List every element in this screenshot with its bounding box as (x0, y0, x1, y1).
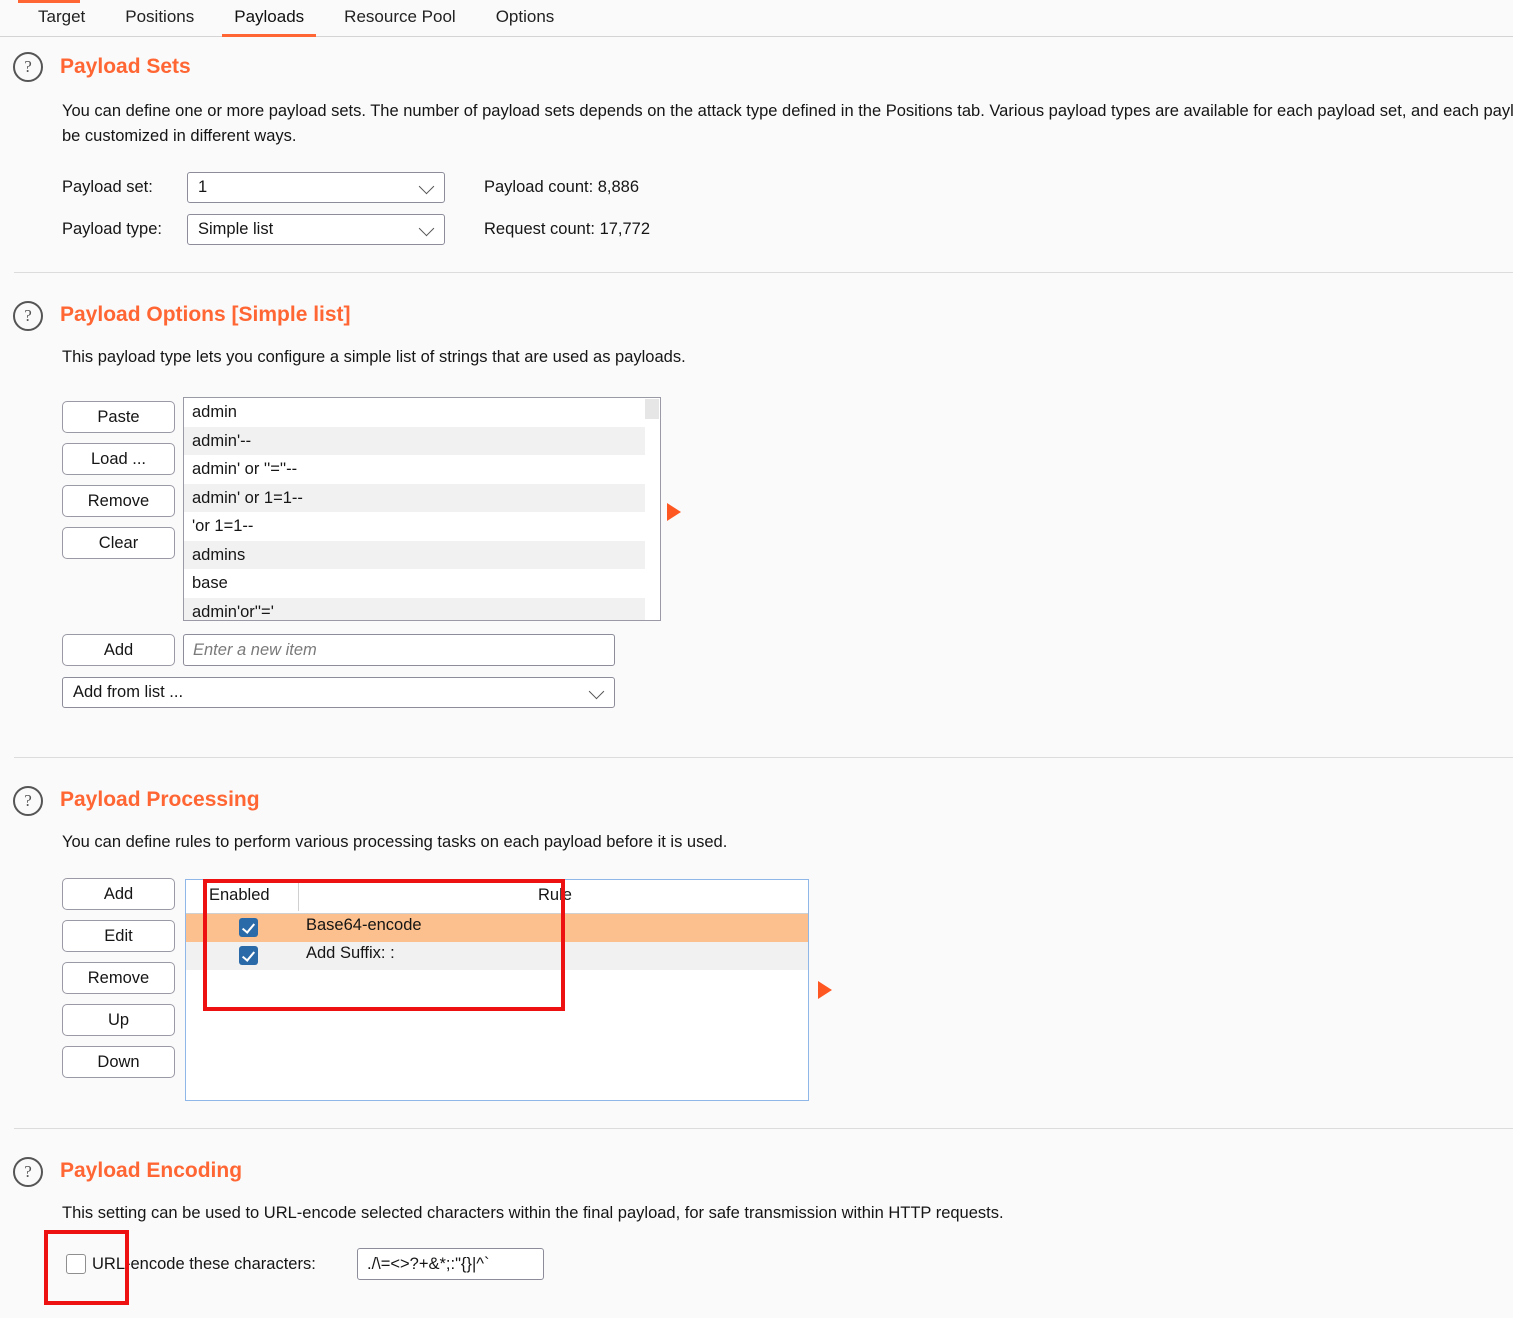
rule-enabled-checkbox[interactable] (239, 946, 258, 965)
payload-list-arrow-marker-icon (667, 503, 681, 521)
divider-2 (14, 757, 1513, 758)
edit-rule-button[interactable]: Edit (62, 920, 175, 952)
move-rule-down-button[interactable]: Down (62, 1046, 175, 1078)
tab-positions[interactable]: Positions (105, 7, 214, 36)
rules-table-header: Enabled Rule (186, 880, 808, 914)
add-from-list-select[interactable]: Add from list ... (62, 677, 615, 708)
load-button[interactable]: Load ... (62, 443, 175, 475)
payload-processing-rules-table[interactable]: Enabled Rule Base64-encode Add Suffix: : (185, 879, 809, 1101)
column-separator (298, 883, 299, 911)
list-item[interactable]: admins (184, 540, 660, 569)
tab-bar: Target Positions Payloads Resource Pool … (0, 0, 1513, 37)
tab-options[interactable]: Options (476, 7, 575, 36)
tab-resource-pool[interactable]: Resource Pool (324, 7, 476, 36)
move-rule-up-button[interactable]: Up (62, 1004, 175, 1036)
divider-1 (14, 272, 1513, 273)
rule-name: Add Suffix: : (306, 944, 395, 962)
payload-options-title: Payload Options [Simple list] (60, 303, 351, 326)
url-encode-label: URL-encode these characters: (92, 1255, 316, 1273)
new-item-input[interactable]: Enter a new item (183, 634, 615, 666)
payload-sets-title: Payload Sets (60, 55, 191, 78)
list-item[interactable]: admin' or ''=''-- (184, 455, 660, 484)
payload-count: Payload count: 8,886 (484, 178, 640, 196)
payload-encoding-title: Payload Encoding (60, 1159, 243, 1182)
url-encode-checkbox[interactable] (66, 1254, 86, 1274)
payload-options-description: This payload type lets you configure a s… (62, 348, 686, 366)
add-from-list-value: Add from list ... (73, 683, 184, 701)
list-item[interactable]: 'or 1=1-- (184, 512, 660, 541)
rule-name: Base64-encode (306, 916, 422, 934)
request-count: Request count: 17,772 (484, 220, 651, 238)
list-item[interactable]: admin (184, 398, 660, 427)
payload-list[interactable]: admin admin'-- admin' or ''=''-- admin' … (183, 397, 661, 621)
add-payload-button[interactable]: Add (62, 634, 175, 666)
payload-encoding-description: This setting can be used to URL-encode s… (62, 1204, 1004, 1222)
chevron-down-icon (418, 178, 435, 194)
payload-sets-description-line2: be customized in different ways. (62, 127, 297, 145)
payload-processing-title: Payload Processing (60, 788, 260, 811)
tab-payloads[interactable]: Payloads (214, 7, 324, 37)
help-icon-payload-sets[interactable]: ? (13, 52, 43, 82)
column-header-rule: Rule (538, 886, 572, 904)
rule-enabled-checkbox[interactable] (239, 918, 258, 937)
url-encode-characters-input[interactable]: ./\=<>?+&*;:"{}|^` (357, 1248, 544, 1280)
table-row[interactable]: Base64-encode (186, 914, 808, 942)
help-icon-payload-processing[interactable]: ? (13, 786, 43, 816)
clear-button[interactable]: Clear (62, 527, 175, 559)
chevron-down-icon (418, 220, 435, 236)
payload-set-label: Payload set: (62, 178, 153, 196)
table-row[interactable]: Add Suffix: : (186, 942, 808, 970)
divider-3 (14, 1128, 1513, 1129)
remove-payload-button[interactable]: Remove (62, 485, 175, 517)
column-header-enabled: Enabled (209, 886, 270, 904)
rules-table-arrow-marker-icon (818, 981, 832, 999)
tab-top-marker (18, 0, 80, 3)
payload-type-value: Simple list (198, 220, 274, 238)
list-item[interactable]: admin'or''=' (184, 597, 660, 620)
help-icon-payload-options[interactable]: ? (13, 301, 43, 331)
payload-sets-description-line1: You can define one or more payload sets.… (62, 102, 1513, 120)
help-icon-payload-encoding[interactable]: ? (13, 1157, 43, 1187)
payload-set-select[interactable]: 1 (187, 172, 445, 203)
tab-target[interactable]: Target (18, 7, 105, 36)
payload-type-label: Payload type: (62, 220, 162, 238)
payload-type-select[interactable]: Simple list (187, 214, 445, 245)
chevron-down-icon (588, 683, 605, 699)
payload-list-scrollbar[interactable] (645, 398, 660, 620)
list-item[interactable]: admin'-- (184, 426, 660, 455)
list-item[interactable]: base (184, 569, 660, 598)
add-rule-button[interactable]: Add (62, 878, 175, 910)
payload-set-value: 1 (198, 178, 208, 196)
remove-rule-button[interactable]: Remove (62, 962, 175, 994)
list-item[interactable]: admin' or 1=1-- (184, 483, 660, 512)
paste-button[interactable]: Paste (62, 401, 175, 433)
scrollbar-thumb[interactable] (645, 399, 659, 419)
intruder-payloads-page: Target Positions Payloads Resource Pool … (0, 0, 1513, 1318)
payload-processing-description: You can define rules to perform various … (62, 833, 728, 851)
